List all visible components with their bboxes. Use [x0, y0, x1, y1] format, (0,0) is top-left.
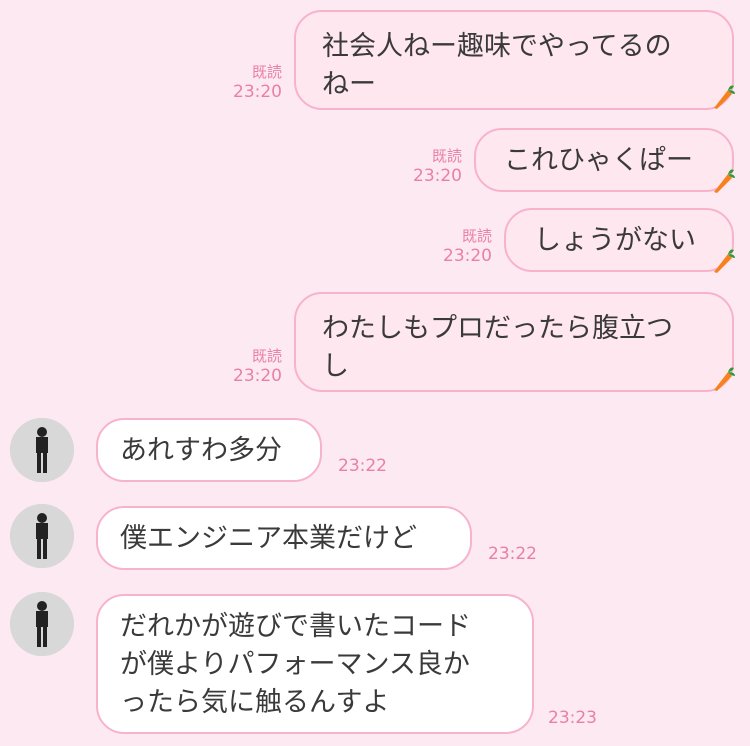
avatar[interactable] — [10, 592, 74, 656]
timestamp: 23:23 — [548, 708, 597, 728]
message-bubble[interactable]: これひゃくぱー — [474, 128, 734, 192]
timestamp: 23:20 — [233, 366, 282, 386]
message-meta: 既読 23:20 — [220, 62, 282, 102]
timestamp: 23:22 — [338, 456, 387, 476]
message-bubble[interactable]: だれかが遊びで書いたコード が僕よりパフォーマンス良か ったら気に触るんすよ — [96, 594, 534, 734]
read-receipt: 既読 — [251, 63, 282, 81]
person-icon — [10, 592, 74, 656]
carrot-icon — [714, 367, 735, 391]
carrot-icon — [714, 85, 735, 109]
read-receipt: 既読 — [431, 147, 462, 165]
avatar[interactable] — [10, 504, 74, 568]
carrot-icon — [714, 169, 735, 193]
message-meta: 既読 23:20 — [430, 226, 492, 266]
timestamp: 23:20 — [233, 82, 282, 102]
timestamp: 23:20 — [413, 166, 462, 186]
read-receipt: 既読 — [251, 347, 282, 365]
person-icon — [10, 418, 74, 482]
avatar[interactable] — [10, 418, 74, 482]
carrot-icon — [714, 249, 735, 273]
person-icon — [10, 504, 74, 568]
message-meta: 既読 23:20 — [400, 146, 462, 186]
read-receipt: 既読 — [461, 227, 492, 245]
timestamp: 23:22 — [488, 544, 537, 564]
message-meta: 既読 23:20 — [220, 346, 282, 386]
message-bubble[interactable]: しょうがない — [504, 208, 734, 272]
message-bubble[interactable]: 僕エンジニア本業だけど — [96, 506, 472, 570]
timestamp: 23:20 — [443, 246, 492, 266]
message-bubble[interactable]: わたしもプロだったら腹立つ し — [294, 292, 734, 392]
message-bubble[interactable]: あれすわ多分 — [96, 418, 322, 482]
message-bubble[interactable]: 社会人ねー趣味でやってるの ねー — [294, 10, 734, 110]
